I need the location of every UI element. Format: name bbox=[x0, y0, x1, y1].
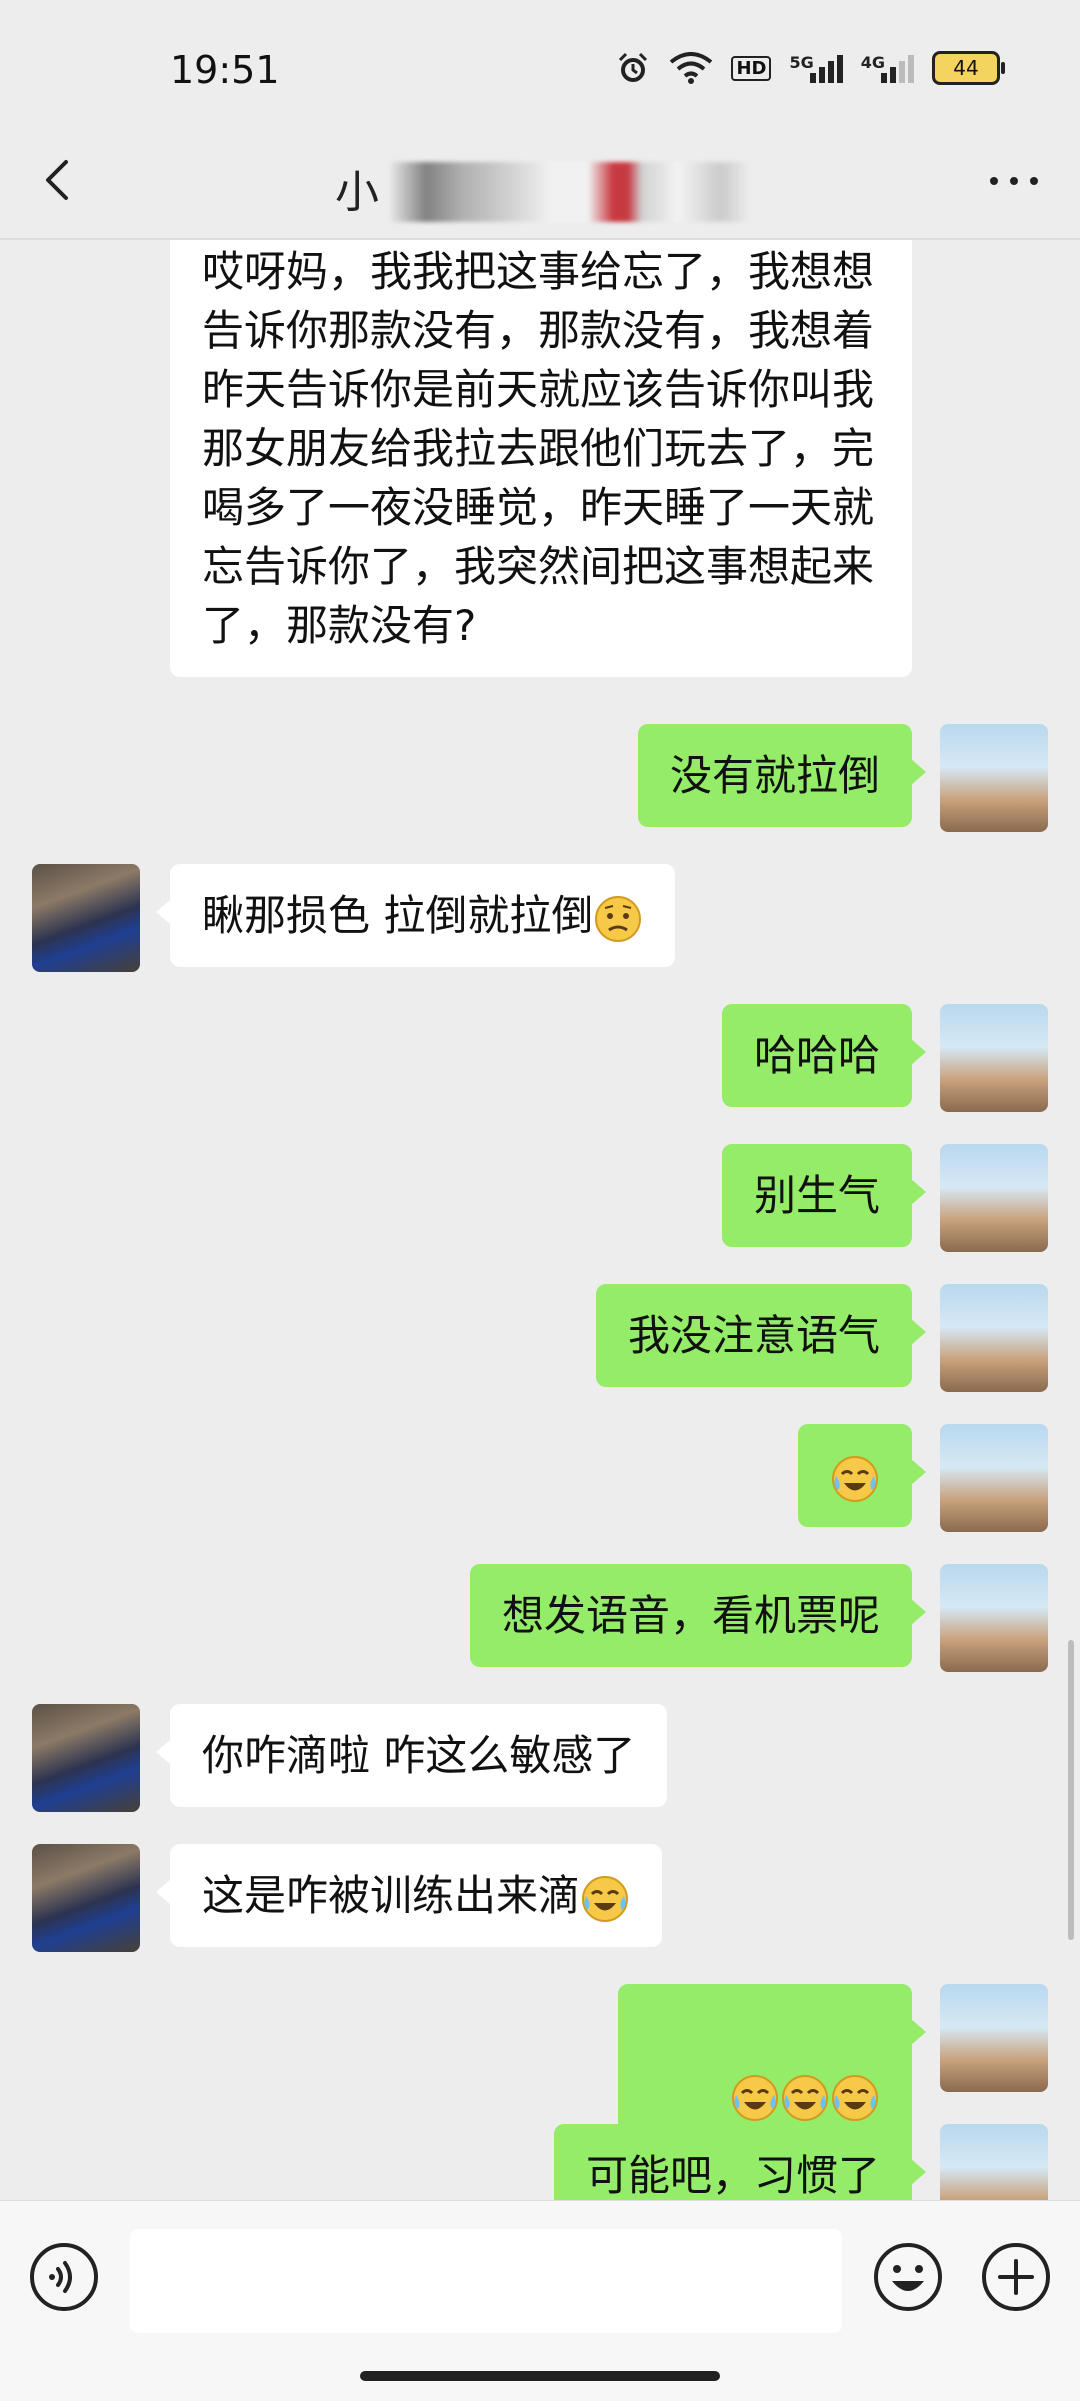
more-dots-icon[interactable] bbox=[984, 166, 1044, 196]
my-avatar[interactable] bbox=[940, 1004, 1048, 1112]
message-bubble-incoming[interactable]: 哎呀妈，我我把这事给忘了，我想想告诉你那款没有，那款没有，我想着昨天告诉你是前天… bbox=[170, 240, 912, 677]
message-bubble-outgoing[interactable]: 想发语音，看机票呢 bbox=[469, 1564, 927, 1667]
contact-avatar[interactable] bbox=[32, 1704, 140, 1812]
signal-4g-icon: 4G bbox=[861, 53, 914, 83]
contact-avatar[interactable] bbox=[32, 864, 140, 972]
chat-scrollbar[interactable] bbox=[1068, 1640, 1074, 1940]
wifi-icon bbox=[670, 52, 713, 84]
message-input[interactable] bbox=[130, 2229, 842, 2333]
alarm-icon bbox=[619, 52, 648, 82]
my-avatar[interactable] bbox=[940, 724, 1048, 832]
chat-area[interactable]: 哎呀妈，我我把这事给忘了，我想想告诉你那款没有，那款没有，我想着昨天告诉你是前天… bbox=[0, 240, 1080, 2200]
my-avatar[interactable] bbox=[940, 1424, 1048, 1532]
home-indicator[interactable] bbox=[360, 2371, 720, 2381]
message-bubble-outgoing[interactable] bbox=[798, 1424, 926, 1527]
my-avatar[interactable] bbox=[940, 1984, 1048, 2092]
crying-laughing-emoji bbox=[832, 1455, 878, 1502]
my-avatar[interactable] bbox=[940, 1564, 1048, 1672]
chat-title: 小 bbox=[335, 167, 379, 218]
my-avatar[interactable] bbox=[940, 1284, 1048, 1392]
crying-laughing-emoji bbox=[582, 1875, 629, 1922]
message-bubble-outgoing[interactable]: 哈哈哈 bbox=[721, 1004, 927, 1107]
hd-icon: HD bbox=[731, 55, 772, 81]
my-avatar[interactable] bbox=[940, 1144, 1048, 1252]
crying-laughing-emoji bbox=[782, 2074, 828, 2121]
my-avatar[interactable] bbox=[940, 2124, 1048, 2200]
status-time: 19:51 bbox=[170, 48, 280, 92]
battery-icon: 44 bbox=[932, 51, 1005, 85]
signal-5g-icon: 5G bbox=[789, 53, 843, 83]
title-redacted bbox=[390, 162, 750, 222]
crying-laughing-emoji bbox=[732, 2074, 778, 2121]
message-bubble-incoming[interactable]: 这是咋被训练出来滴 bbox=[155, 1844, 663, 1947]
voice-icon[interactable] bbox=[28, 2241, 100, 2313]
confused-face-emoji bbox=[595, 895, 642, 942]
status-bar: 19:51 HD 5G 4G 44 bbox=[0, 0, 1080, 140]
chat-header: 小 bbox=[0, 120, 1080, 240]
input-bar bbox=[0, 2200, 1080, 2401]
battery-level: 44 bbox=[953, 56, 979, 80]
message-bubble-incoming[interactable]: 你咋滴啦 咋这么敏感了 bbox=[155, 1704, 668, 1807]
status-icons: HD 5G 4G 44 bbox=[615, 50, 1005, 86]
plus-icon[interactable] bbox=[980, 2241, 1052, 2313]
message-bubble-outgoing[interactable]: 没有就拉倒 bbox=[637, 724, 927, 827]
message-bubble-outgoing[interactable]: 可能吧，习惯了 bbox=[553, 2124, 927, 2200]
contact-avatar[interactable] bbox=[32, 1844, 140, 1952]
chevron-left-icon[interactable] bbox=[28, 150, 88, 210]
message-bubble-incoming[interactable]: 瞅那损色 拉倒就拉倒 bbox=[155, 864, 676, 967]
crying-laughing-emoji bbox=[832, 2074, 878, 2121]
message-bubble-outgoing[interactable]: 我没注意语气 bbox=[595, 1284, 927, 1387]
emoji-face-icon[interactable] bbox=[872, 2241, 944, 2313]
message-bubble-outgoing[interactable]: 别生气 bbox=[721, 1144, 927, 1247]
